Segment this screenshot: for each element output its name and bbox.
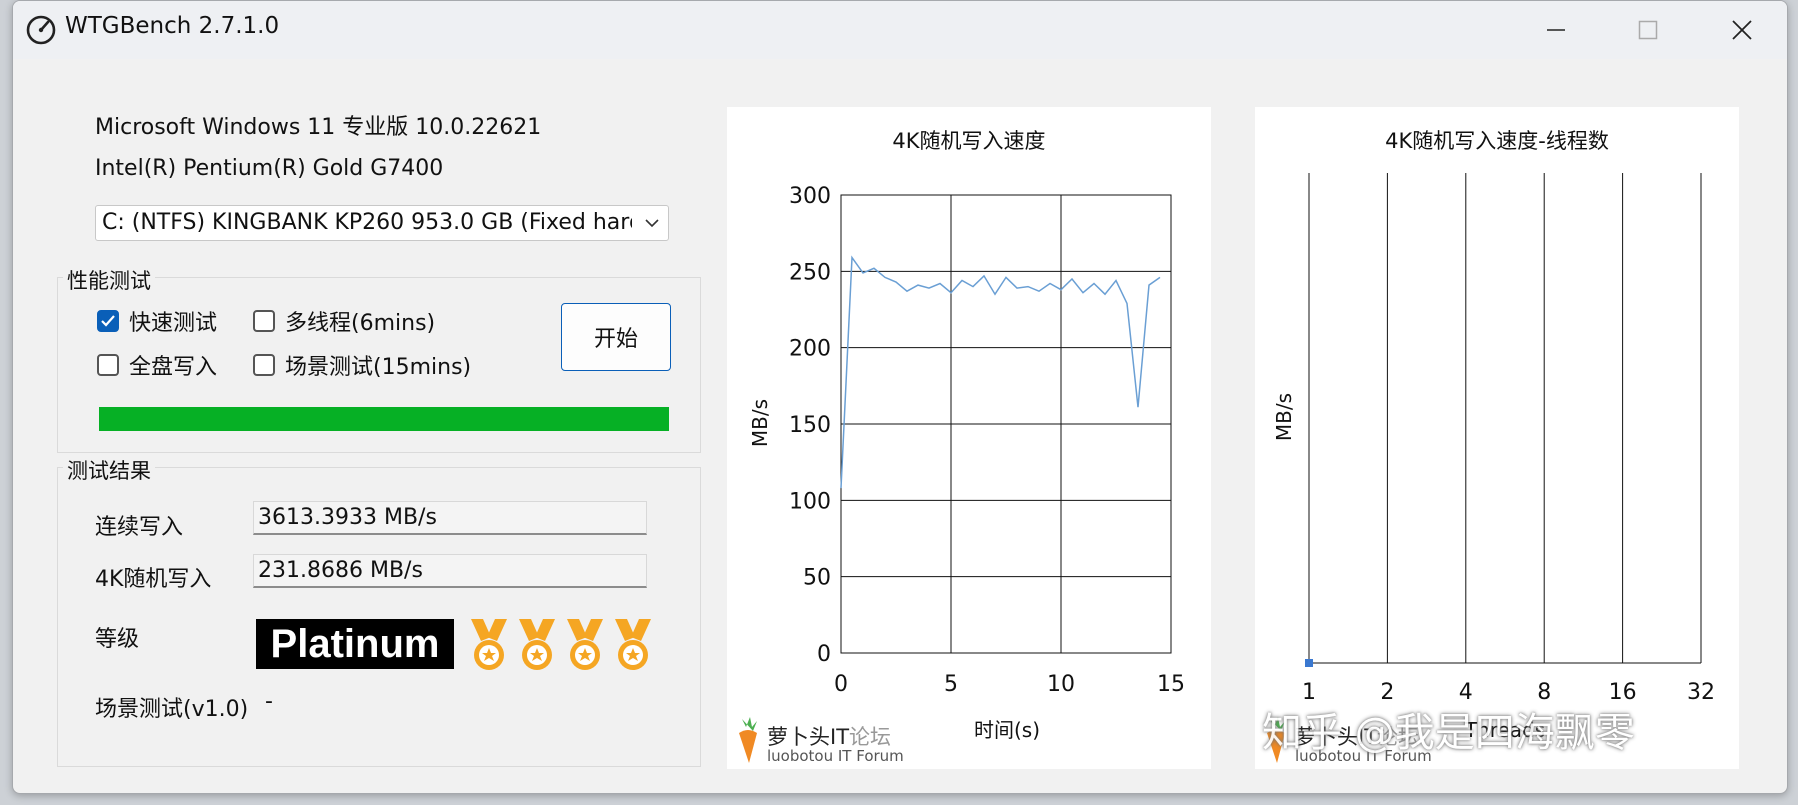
close-button[interactable]	[1697, 1, 1787, 59]
checkmark-icon	[101, 315, 115, 327]
maximize-button[interactable]	[1603, 1, 1693, 59]
medal-icon	[611, 617, 655, 673]
rand-write-label: 4K随机写入	[95, 567, 212, 592]
grade-label: 等级	[95, 627, 140, 652]
forum-english: luobotou IT Forum	[767, 747, 904, 765]
series-line	[840, 255, 1161, 489]
y-tick-label: 200	[789, 337, 831, 362]
drive-select[interactable]: C: (NTFS) KINGBANK KP260 953.0 GB (Fixed…	[95, 205, 669, 241]
y-axis-label: MB/s	[748, 399, 772, 447]
x-tick-label: 15	[1157, 672, 1185, 697]
seq-write-label: 连续写入	[95, 515, 184, 540]
full-write-checkbox[interactable]: 全盘写入	[97, 349, 217, 381]
zhihu-watermark: 知乎 @我是四海飘零	[1262, 710, 1635, 756]
x-tick-label: 5	[944, 672, 958, 697]
y-tick-label: 300	[789, 184, 831, 209]
checkbox-box	[253, 310, 275, 332]
scene-result-label: 场景测试(v1.0)	[95, 697, 249, 722]
y-tick-label: 250	[789, 260, 831, 285]
perf-group-label: 性能测试	[63, 265, 155, 295]
window-title: WTGBench 2.7.1.0	[65, 13, 280, 39]
chevron-down-icon	[645, 219, 659, 228]
title-bar[interactable]: WTGBench 2.7.1.0	[13, 1, 1787, 59]
checkbox-label: 全盘写入	[129, 355, 218, 380]
x-axis-label: 时间(s)	[974, 718, 1040, 742]
results-group-label: 测试结果	[63, 455, 155, 485]
checkbox-box	[253, 354, 275, 376]
progress-bar	[99, 407, 669, 431]
medal-icon	[467, 617, 511, 673]
x-tick-label: 0	[834, 672, 848, 697]
scene-result-value: -	[265, 689, 273, 714]
thread-speed-chart: 4K随机写入速度-线程数 1 2 4 8 16 32 Threads MB/s 萝卜头IT论坛…	[1255, 107, 1739, 769]
medal-icon	[515, 617, 559, 673]
carrot-icon	[739, 717, 757, 763]
close-icon	[1732, 20, 1752, 40]
progress-fill	[99, 407, 669, 431]
y-tick-label: 150	[789, 413, 831, 438]
maximize-icon	[1638, 20, 1658, 40]
write-speed-plot: 0 50 100 150 200 250 300 0 5 10 15 时间(s) MB/s	[748, 184, 1185, 742]
forum-watermark: 萝卜头IT论坛 luobotou IT Forum	[731, 713, 911, 765]
rand-write-value: 231.8686 MB/s	[253, 554, 647, 588]
checkbox-box	[97, 354, 119, 376]
y-tick-label: 100	[789, 489, 831, 514]
checkbox-label: 多线程(6mins)	[285, 311, 436, 336]
write-speed-chart: 4K随机写入速度 0 50 100 150 200 250 300 0 5 10 15 时间(s) MB…	[727, 107, 1211, 769]
drive-select-value: C: (NTFS) KINGBANK KP260 953.0 GB (Fixed…	[102, 210, 632, 235]
checkbox-box	[97, 310, 119, 332]
checkbox-label: 场景测试(15mins)	[285, 355, 472, 380]
y-tick-label: 0	[817, 642, 831, 667]
y-tick-label: 50	[803, 566, 831, 591]
multithread-checkbox[interactable]: 多线程(6mins)	[253, 305, 435, 337]
minimize-button[interactable]	[1511, 1, 1601, 59]
medal-icon	[563, 617, 607, 673]
minimize-icon	[1547, 29, 1565, 31]
scene-test-checkbox[interactable]: 场景测试(15mins)	[253, 349, 471, 381]
forum-suffix: 论坛	[849, 725, 892, 749]
seq-write-value: 3613.3933 MB/s	[253, 501, 647, 535]
cpu-info: Intel(R) Pentium(R) Gold G7400	[95, 156, 444, 181]
thread-speed-plot: 1 2 4 8 16 32ThreadsMB/s	[1272, 173, 1715, 742]
speedometer-icon	[26, 15, 56, 45]
data-point	[1305, 659, 1313, 667]
os-info: Microsoft Windows 11 专业版 10.0.22621	[95, 115, 542, 140]
checkbox-label: 快速测试	[129, 311, 218, 336]
quick-test-checkbox[interactable]: 快速测试	[97, 305, 217, 337]
app-window: WTGBench 2.7.1.0 Microsoft Windows 11 专业…	[12, 0, 1788, 794]
forum-it: IT	[830, 725, 850, 749]
x-tick-label: 10	[1047, 672, 1075, 697]
x-tick-label: 32	[1687, 680, 1715, 705]
start-button[interactable]: 开始	[561, 303, 671, 371]
grade-badge: Platinum	[256, 619, 454, 669]
forum-name: 萝卜头	[767, 725, 830, 749]
y-axis-label: MB/s	[1272, 393, 1296, 441]
